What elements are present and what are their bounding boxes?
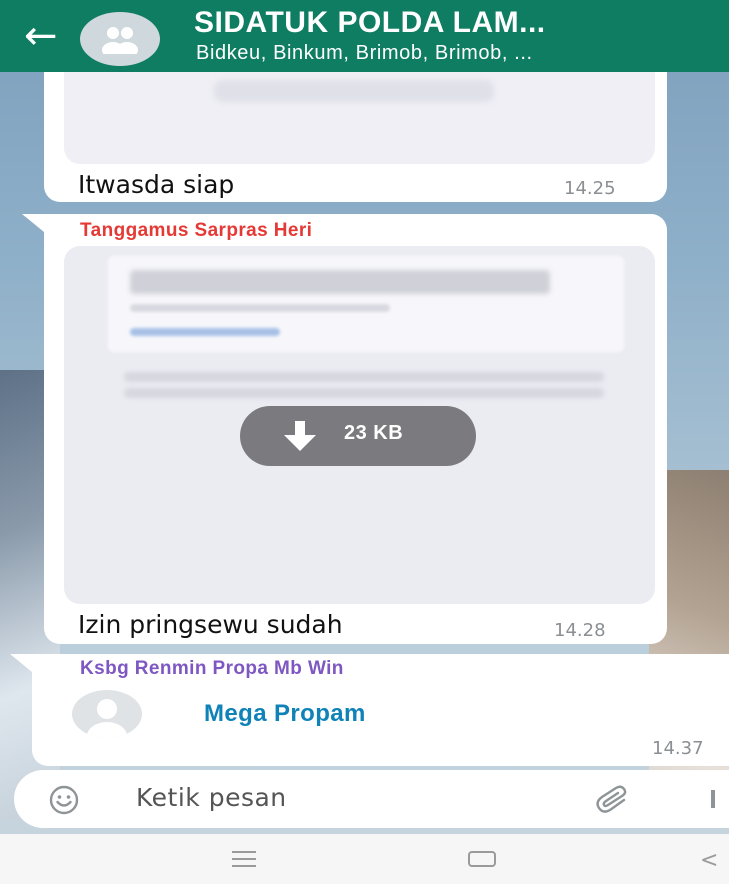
home-icon[interactable] bbox=[468, 851, 496, 867]
download-button[interactable]: 23 KB bbox=[240, 406, 476, 466]
message-bubble-1[interactable]: Itwasda siap 14.25 bbox=[44, 60, 667, 202]
message-input[interactable]: Ketik pesan bbox=[136, 783, 287, 812]
message-time: 14.37 bbox=[652, 738, 704, 759]
sender-name[interactable]: Ksbg Renmin Propa Mb Win bbox=[80, 658, 344, 680]
sender-name[interactable]: Tanggamus Sarpras Heri bbox=[80, 220, 312, 242]
message-text: Izin pringsewu sudah bbox=[78, 610, 343, 639]
message-time: 14.28 bbox=[554, 620, 606, 641]
emoji-icon[interactable] bbox=[48, 784, 80, 816]
back-icon[interactable]: < bbox=[700, 848, 718, 873]
camera-icon[interactable] bbox=[711, 790, 715, 808]
document-preview[interactable]: 23 KB bbox=[64, 246, 655, 604]
chat-members[interactable]: Bidkeu, Binkum, Brimob, Brimob, ... bbox=[196, 42, 726, 65]
paperclip-icon[interactable] bbox=[594, 784, 630, 814]
arrow-left-icon[interactable]: ← bbox=[24, 16, 68, 60]
system-nav-bar: < bbox=[0, 834, 729, 884]
message-time: 14.25 bbox=[564, 178, 616, 199]
bubble-tail bbox=[10, 654, 32, 672]
message-bubble-3[interactable]: Ksbg Renmin Propa Mb Win Mega Propam 14.… bbox=[32, 654, 729, 766]
bubble-tail bbox=[22, 214, 44, 232]
group-avatar-icon[interactable] bbox=[80, 12, 160, 66]
people-icon bbox=[102, 27, 138, 54]
message-text: Itwasda siap bbox=[78, 170, 235, 199]
contact-name[interactable]: Mega Propam bbox=[204, 700, 366, 728]
chat-title[interactable]: SIDATUK POLDA LAM... bbox=[194, 6, 714, 40]
message-composer[interactable]: Ketik pesan bbox=[14, 770, 729, 828]
contact-avatar[interactable] bbox=[72, 690, 142, 738]
chat-header: ← SIDATUK POLDA LAM... Bidkeu, Binkum, B… bbox=[0, 0, 729, 72]
file-size: 23 KB bbox=[344, 422, 404, 444]
chat-screen: Itwasda siap 14.25 Tanggamus Sarpras Her… bbox=[0, 0, 729, 884]
person-icon bbox=[87, 699, 127, 738]
message-bubble-2[interactable]: Tanggamus Sarpras Heri 23 KB Izin prings… bbox=[44, 214, 667, 644]
recent-apps-icon[interactable] bbox=[230, 850, 258, 868]
image-thumbnail[interactable] bbox=[64, 60, 655, 164]
download-arrow-icon bbox=[284, 421, 316, 451]
